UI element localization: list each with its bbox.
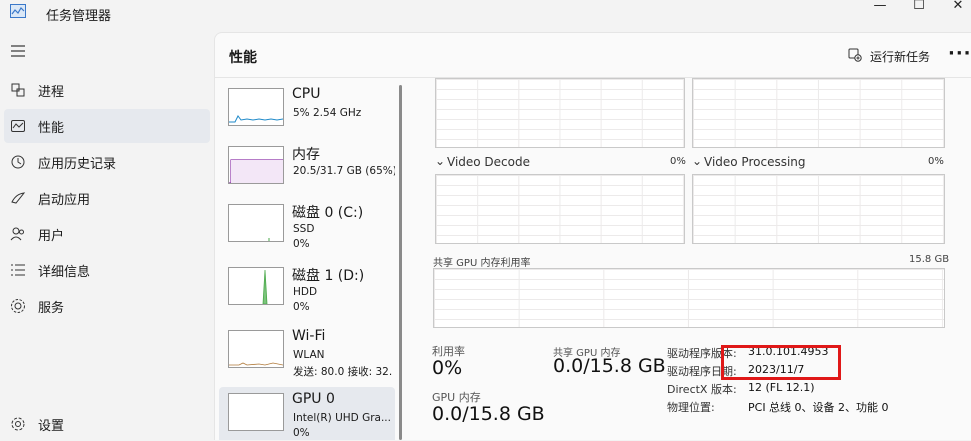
video-decode-graph [435,174,685,244]
disk-0-mini-graph [228,204,284,242]
users-icon [10,227,24,241]
run-new-task-label: 运行新任务 [870,50,931,64]
processes-icon [11,83,25,97]
directx-version-value: 12 (FL 12.1) [748,381,815,394]
shared-memory-chart-label: 共享 GPU 内存利用率 [433,258,531,269]
shared-memory-chart-max: 15.8 GB [909,254,950,265]
device-usage: 0% [293,301,310,313]
highlight-box [721,345,841,380]
nav-item-label: 应用历史记录 [38,157,117,172]
nav-item-label: 启动应用 [38,193,91,208]
video-processing-graph [692,174,945,244]
startup-apps-icon [11,192,26,204]
device-name: GPU 0 [292,391,335,407]
device-item-memory[interactable]: 内存 20.5/31.7 GB (65%) [219,140,395,200]
shared-memory-graph [433,268,945,328]
device-name: Wi-Fi [292,328,326,344]
device-item-gpu-0[interactable]: GPU 0 Intel(R) UHD Gra... 0% [219,387,395,440]
device-adapter: WLAN [293,349,325,361]
close-button[interactable]: ✕ [940,0,971,18]
device-name: 内存 [292,147,320,163]
engine-label-video-processing: Video Processing [704,155,806,169]
page-title: 性能 [229,50,257,66]
device-list: CPU 5% 2.54 GHz 内存 20.5/31.7 GB (65%) 磁盘… [215,78,395,440]
engine-chevron-icon[interactable]: ⌄ [435,154,445,168]
minimize-button[interactable]: — [862,0,898,18]
new-task-icon [848,48,862,62]
nav-item-services[interactable]: 服务 [0,289,210,323]
device-throughput: 发送: 80.0 接收: 32. [293,366,393,378]
utilization-value: 0% [432,357,463,379]
sidebar-nav: 进程 性能 应用历史记录 启动应用 用户 详细信息 服务 设置 [0,28,214,439]
device-list-scrollbar[interactable] [399,85,402,440]
gpu-mini-graph [228,393,284,431]
device-usage: 0% [293,427,310,439]
engine-chevron-icon[interactable]: ⌄ [692,154,702,168]
device-item-cpu[interactable]: CPU 5% 2.54 GHz [219,82,395,142]
nav-item-label: 用户 [38,229,65,244]
services-icon [11,299,25,313]
physical-location-value: PCI 总线 0、设备 2、功能 0 [748,401,889,414]
main-panel: 性能 运行新任务 ··· CPU 5% 2.54 GHz 内存 20.5/31.… [214,32,971,440]
gpu-memory-value: 0.0/15.8 GB [432,403,545,425]
disk-1-mini-graph [228,267,284,305]
device-name: 磁盘 1 (D:) [292,268,365,284]
device-item-disk-1[interactable]: 磁盘 1 (D:) HDD 0% [219,261,395,321]
nav-item-label: 性能 [38,121,65,136]
nav-item-label: 服务 [38,301,65,316]
title-bar: 任务管理器 — ☐ ✕ [0,0,971,28]
performance-icon [11,120,25,132]
nav-item-users[interactable]: 用户 [0,217,210,251]
nav-item-label: 设置 [38,419,65,434]
nav-item-startup-apps[interactable]: 启动应用 [0,181,210,215]
engine-value-video-processing: 0% [928,156,944,167]
more-options-button[interactable]: ··· [948,43,971,64]
app-history-icon [11,155,25,169]
device-usage: 0% [293,238,310,250]
engine-graph-top-left [435,78,685,148]
engine-label-video-decode: Video Decode [447,155,530,169]
window-title: 任务管理器 [46,9,112,24]
device-detail: 5% 2.54 GHz [293,107,362,119]
nav-item-label: 详细信息 [38,265,91,280]
gpu-detail-panel: ⌄ Video Decode 0% ⌄ Video Processing 0% … [405,78,971,440]
hamburger-menu-icon[interactable] [10,44,26,58]
engine-graph-top-right [692,78,945,148]
shared-gpu-memory-value: 0.0/15.8 GB [553,355,666,377]
details-icon [11,264,25,276]
wifi-mini-graph [228,330,284,368]
maximize-button[interactable]: ☐ [901,0,937,18]
nav-item-details[interactable]: 详细信息 [0,253,210,287]
nav-item-app-history[interactable]: 应用历史记录 [0,145,210,179]
gear-icon [11,417,25,431]
device-name: CPU [292,86,321,102]
nav-item-performance[interactable]: 性能 [4,109,210,143]
physical-location-label: 物理位置: [667,401,715,414]
nav-item-label: 进程 [38,85,65,100]
nav-item-processes[interactable]: 进程 [0,73,210,107]
task-manager-icon [10,4,26,18]
nav-item-settings[interactable]: 设置 [0,407,210,441]
device-type: SSD [293,223,315,235]
directx-version-label: DirectX 版本: [667,383,737,396]
device-detail: 20.5/31.7 GB (65%) [293,165,395,177]
device-item-disk-0[interactable]: 磁盘 0 (C:) SSD 0% [219,198,395,258]
device-name: 磁盘 0 (C:) [292,205,364,221]
device-model: Intel(R) UHD Gra... [293,412,391,424]
engine-value-video-decode: 0% [670,156,686,167]
device-item-wifi[interactable]: Wi-Fi WLAN 发送: 80.0 接收: 32. [219,324,395,384]
memory-mini-graph [228,146,284,184]
device-type: HDD [293,286,318,298]
cpu-mini-graph [228,88,284,126]
